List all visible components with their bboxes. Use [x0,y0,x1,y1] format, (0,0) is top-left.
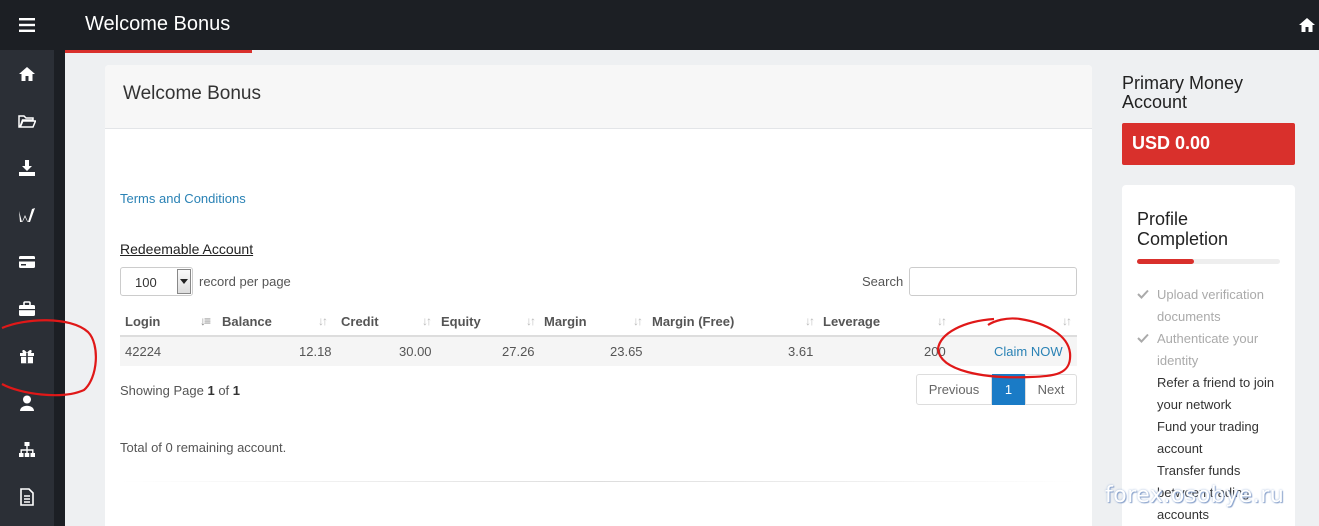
cell-margin: 23.65 [610,344,643,359]
welcome-bonus-panel: Welcome Bonus Terms and Conditions Redee… [105,65,1092,526]
column-header-margin-free[interactable]: Margin (Free) [652,314,734,329]
sidebar-item-network[interactable] [0,426,54,473]
cell-credit: 30.00 [399,344,432,359]
gift-icon [20,349,34,363]
document-icon [20,487,34,506]
home-icon [19,66,35,81]
sidebar-item-download[interactable] [0,144,54,191]
menu-toggle-button[interactable] [0,0,54,50]
table-header: Login ↓≡ Balance ↓↑ Credit ↓↑ Equity ↓↑ … [120,308,1077,337]
sidebar-item-home[interactable] [0,50,54,97]
profile-step[interactable]: Fund your trading account [1137,416,1287,460]
profile-step[interactable]: Upload verification documents [1137,284,1287,328]
download-icon [19,159,35,176]
remaining-accounts-text: Total of 0 remaining account. [120,440,287,455]
sort-icon[interactable]: ↓↑ [1062,314,1072,328]
sort-icon[interactable]: ↓↑ [633,314,643,328]
step-label: Authenticate your identity [1157,331,1259,368]
sidebar-item-brand[interactable] [0,191,54,238]
sort-icon[interactable]: ↓↑ [422,314,432,328]
claim-now-button[interactable]: Claim NOW [994,344,1063,359]
sidebar-item-portfolio[interactable] [0,285,54,332]
profile-completion-panel: Profile Completion Upload verification d… [1122,185,1295,526]
sidebar-item-folder[interactable] [0,97,54,144]
account-balance: USD 0.00 [1122,123,1295,165]
divider [120,481,1077,482]
credit-card-icon [19,255,35,268]
column-header-equity[interactable]: Equity [441,314,481,329]
column-header-balance[interactable]: Balance [222,314,272,329]
user-icon [20,395,34,411]
page-1-button[interactable]: 1 [992,374,1025,405]
check-icon [1137,333,1149,343]
terms-link[interactable]: Terms and Conditions [120,191,246,206]
showing-prefix: Showing Page [120,383,204,398]
home-icon [1299,18,1315,32]
step-label: Upload verification documents [1157,287,1264,324]
search-label: Search [862,274,904,289]
step-label: Refer a friend to join your network [1157,375,1275,412]
per-page-value: 100 [135,275,157,290]
home-link[interactable] [1297,16,1317,39]
column-header-leverage[interactable]: Leverage [823,314,880,329]
profile-progress-fill [1137,259,1195,264]
sort-icon[interactable]: ↓↑ [937,314,947,328]
sidebar-gutter [54,0,65,526]
check-icon [1137,289,1149,299]
sort-icon[interactable]: ↓↑ [318,314,328,328]
pagination-summary: Showing Page 1 of 1 [120,383,240,398]
cell-equity: 27.26 [502,344,535,359]
cell-margin-free: 3.61 [788,344,814,359]
title-accent-bar [65,50,252,53]
panel-header: Welcome Bonus [105,65,1092,129]
panel-title: Welcome Bonus [123,83,261,104]
column-header-credit[interactable]: Credit [341,314,379,329]
sidebar-item-documents[interactable] [0,473,54,520]
profile-step[interactable]: Authenticate your identity [1137,328,1287,372]
folder-open-icon [18,114,36,128]
briefcase-icon [19,300,35,316]
pagination: Previous 1 Next [916,374,1077,405]
page-title: Welcome Bonus [85,13,231,35]
step-label: Fund your trading account [1157,419,1259,456]
current-page-number: 1 [207,383,215,398]
hamburger-icon [19,18,35,32]
sidebar-item-profile[interactable] [0,379,54,426]
sidebar-item-bonus[interactable] [0,332,54,379]
total-pages-number: 1 [232,383,241,398]
showing-of: of [218,383,230,398]
cell-leverage: 200 [924,344,946,359]
sort-icon[interactable]: ↓↑ [805,314,815,328]
sitemap-icon [19,441,35,457]
per-page-label: record per page [199,274,291,289]
cell-login: 42224 [125,344,162,359]
profile-progress-bar [1137,259,1280,264]
section-label: Redeemable Account [120,241,254,257]
previous-page-button[interactable]: Previous [916,374,992,405]
watermark: forex.osobye.ru [1105,483,1285,508]
search-input[interactable] [909,267,1077,296]
profile-title: Profile Completion [1137,209,1229,249]
profile-step[interactable]: Refer a friend to join your network [1137,372,1287,416]
next-page-button[interactable]: Next [1025,374,1077,405]
sidebar [0,0,54,526]
logo-w-icon [19,207,35,222]
account-title: Primary Money Account [1122,73,1244,112]
top-bar: Welcome Bonus [65,0,1319,50]
sort-icon[interactable]: ↓≡ [200,314,211,328]
sort-icon[interactable]: ↓↑ [526,314,536,328]
sidebar-item-payments[interactable] [0,238,54,285]
column-header-margin[interactable]: Margin [544,314,587,329]
table-row: 42224 12.18 30.00 27.26 23.65 3.61 200 C… [120,337,1077,366]
chevron-down-icon[interactable] [177,269,191,294]
column-header-login[interactable]: Login [125,314,160,329]
cell-balance: 12.18 [299,344,332,359]
per-page-select[interactable]: 100 [120,267,193,296]
